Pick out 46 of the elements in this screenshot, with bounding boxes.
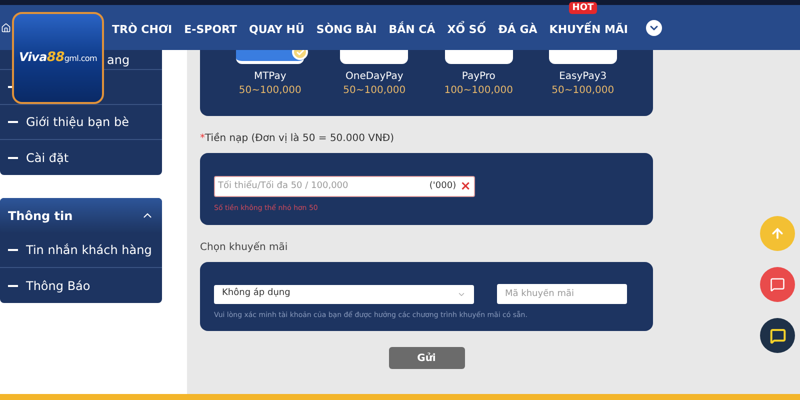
payment-method-name: EasyPay3 xyxy=(559,70,607,84)
payment-method-tile[interactable] xyxy=(548,50,617,64)
nav-link[interactable]: XỔ SỐ xyxy=(447,22,486,36)
amount-label: *Tiền nạp (Đơn vị là 50 = 50.000 VNĐ) xyxy=(200,132,396,146)
payment-range: 50~100,000 xyxy=(343,84,406,98)
logo[interactable]: Viva88gml.com xyxy=(12,12,104,104)
sidebar-header[interactable]: Thông tin xyxy=(0,198,162,233)
message-icon xyxy=(770,277,785,292)
nav-link[interactable]: KHUYẾN MÃI xyxy=(549,22,628,36)
unit-label: ('000) xyxy=(429,180,456,193)
clear-button[interactable]: × xyxy=(460,180,471,193)
payment-method-name: PayPro xyxy=(462,70,496,84)
payment-range: 100~100,000 xyxy=(444,84,514,98)
payment-range: 50~100,000 xyxy=(238,84,302,98)
promotion-select[interactable]: Không áp dụng xyxy=(214,284,474,304)
feedback-button[interactable] xyxy=(760,267,795,302)
payment-method-tile[interactable] xyxy=(340,50,408,64)
amount-input[interactable]: Tối thiểu/Tối đa 50 / 100,000 ('000) × xyxy=(214,176,475,197)
dash-icon xyxy=(8,249,18,251)
chat-icon xyxy=(770,328,786,344)
sidebar-title: Thông tin xyxy=(8,208,73,224)
sidebar-item[interactable]: Thông Báo xyxy=(26,276,90,294)
payment-method-name: MTPay xyxy=(254,70,286,84)
sidebar-item[interactable]: Cài đặt xyxy=(26,148,69,166)
amount-placeholder: Tối thiểu/Tối đa 50 / 100,000 xyxy=(218,180,350,193)
more-button[interactable] xyxy=(646,20,662,36)
payment-method-tile[interactable] xyxy=(444,50,513,64)
nav-link[interactable]: BẮN CÁ xyxy=(388,22,436,36)
hot-badge: HOT xyxy=(569,2,597,14)
sidebar-item[interactable]: ang xyxy=(107,50,130,68)
promotion-label: Chọn khuyến mãi xyxy=(200,240,289,254)
dash-icon xyxy=(8,121,18,123)
sidebar-item[interactable]: Giới thiệu bạn bè xyxy=(26,113,129,131)
nav-link[interactable]: ĐÁ GÀ xyxy=(498,22,538,36)
dash-icon xyxy=(8,284,18,286)
home-icon[interactable] xyxy=(1,22,11,32)
submit-button[interactable]: Gửi xyxy=(388,347,464,369)
payment-range: 50~100,000 xyxy=(552,84,614,98)
nav-link[interactable]: TRÒ CHƠI xyxy=(112,22,172,36)
payment-method-name: OneDayPay xyxy=(346,70,404,84)
nav-link[interactable]: QUAY HŨ xyxy=(249,22,304,36)
chat-button[interactable] xyxy=(760,318,795,353)
nav-link[interactable]: E-SPORT xyxy=(184,22,238,36)
nav-link[interactable]: SÒNG BÀI xyxy=(316,22,377,36)
dash-icon xyxy=(8,156,18,158)
sidebar-item[interactable]: Tin nhắn khách hàng xyxy=(26,241,152,259)
